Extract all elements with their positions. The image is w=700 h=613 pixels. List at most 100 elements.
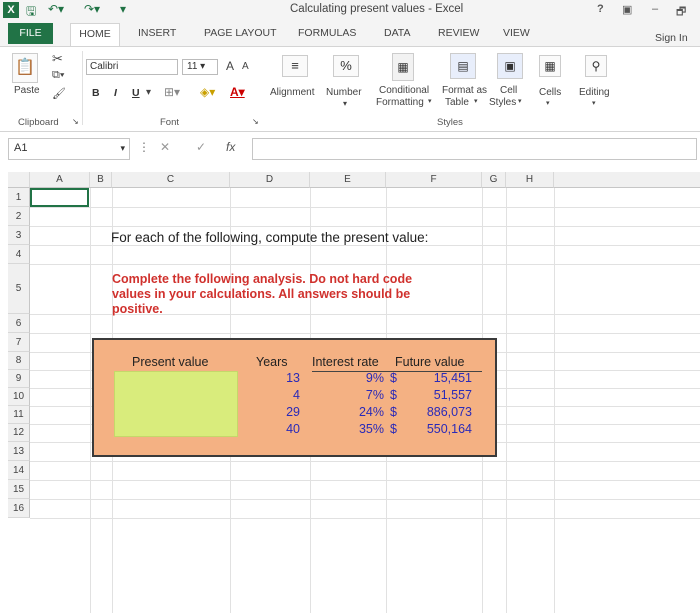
conditional-formatting-dropdown-icon[interactable]: ▾ <box>428 97 432 105</box>
editing-dropdown-icon[interactable]: ▾ <box>592 99 596 107</box>
row-header-9[interactable]: 9 <box>8 370 30 388</box>
column-header-d[interactable]: D <box>230 172 310 188</box>
name-box-dropdown-icon[interactable]: ▾ <box>120 143 125 154</box>
conditional-formatting-label-2[interactable]: Formatting <box>376 97 424 108</box>
font-size-select[interactable]: 11 ▾ <box>182 59 218 75</box>
paste-button-label[interactable]: Paste <box>14 85 40 96</box>
row-header-14[interactable]: 14 <box>8 461 30 480</box>
enter-icon[interactable]: ✓ <box>196 140 206 154</box>
font-launcher-icon[interactable]: ↘ <box>252 117 259 126</box>
column-header-f[interactable]: F <box>386 172 482 188</box>
active-cell-a1[interactable] <box>30 188 89 207</box>
row-header-15[interactable]: 15 <box>8 480 30 499</box>
future-value-cell[interactable]: 15,451 <box>410 371 472 385</box>
row-header-11[interactable]: 11 <box>8 406 30 424</box>
column-header-b[interactable]: B <box>90 172 112 188</box>
tab-formulas[interactable]: FORMULAS <box>298 27 356 39</box>
format-as-table-dropdown-icon[interactable]: ▾ <box>474 97 478 105</box>
worksheet-grid[interactable]: A B C D E F G H 1 2 3 4 5 6 7 8 9 10 11 … <box>0 168 700 613</box>
tab-view[interactable]: VIEW <box>503 27 530 39</box>
years-cell[interactable]: 13 <box>264 371 300 385</box>
borders-icon[interactable]: ⊞▾ <box>164 85 180 99</box>
row-header-4[interactable]: 4 <box>8 245 30 264</box>
tab-page-layout[interactable]: PAGE LAYOUT <box>204 27 277 39</box>
number-dropdown-icon[interactable]: ▾ <box>343 99 347 108</box>
future-value-cell[interactable]: 51,557 <box>410 388 472 402</box>
conditional-formatting-button[interactable]: Conditional <box>379 85 429 96</box>
column-header-a[interactable]: A <box>30 172 90 188</box>
rate-cell[interactable]: 35% <box>344 422 384 436</box>
row-header-13[interactable]: 13 <box>8 442 30 461</box>
underline-button[interactable]: U <box>132 87 140 99</box>
copy-icon[interactable]: ⧉▾ <box>52 69 64 82</box>
row-header-10[interactable]: 10 <box>8 388 30 406</box>
excel-app-icon[interactable]: X <box>3 2 19 18</box>
conditional-formatting-icon[interactable]: ▦ <box>392 53 414 81</box>
format-as-table-button[interactable]: Format as <box>442 85 487 96</box>
redo-icon[interactable]: ↷▾ <box>84 2 100 16</box>
quick-access-more-icon[interactable]: ▾ <box>120 2 126 16</box>
years-cell[interactable]: 40 <box>264 422 300 436</box>
font-color-icon[interactable]: A▾ <box>230 85 245 99</box>
future-value-cell[interactable]: 886,073 <box>410 405 472 419</box>
fill-color-icon[interactable]: ◈▾ <box>200 85 215 99</box>
bold-button[interactable]: B <box>92 87 100 99</box>
formula-input[interactable] <box>252 138 697 160</box>
tab-home[interactable]: HOME <box>70 23 120 46</box>
select-all-corner[interactable] <box>8 172 30 188</box>
row-header-16[interactable]: 16 <box>8 499 30 518</box>
clipboard-launcher-icon[interactable]: ↘ <box>72 117 79 126</box>
alignment-icon[interactable]: ≡ <box>282 55 308 77</box>
column-header-e[interactable]: E <box>310 172 386 188</box>
tab-review[interactable]: REVIEW <box>438 27 479 39</box>
undo-icon[interactable]: ↶▾ <box>48 2 64 16</box>
help-button[interactable]: ? <box>597 3 604 15</box>
tab-insert[interactable]: INSERT <box>138 27 176 39</box>
cell-styles-icon[interactable]: ▣ <box>497 53 523 79</box>
cell-styles-button[interactable]: Cell <box>500 85 517 96</box>
font-name-select[interactable]: Calibri <box>86 59 178 75</box>
ribbon-display-options-button[interactable]: ▣ <box>622 3 632 16</box>
find-binoculars-icon[interactable]: ⚲ <box>585 55 607 77</box>
rate-cell[interactable]: 7% <box>344 388 384 402</box>
cells-icon[interactable]: ▦ <box>539 55 561 77</box>
rate-cell[interactable]: 9% <box>344 371 384 385</box>
future-value-cell[interactable]: 550,164 <box>410 422 472 436</box>
formula-bar-options-icon[interactable]: ⋮ <box>138 140 150 154</box>
column-header-g[interactable]: G <box>482 172 506 188</box>
rate-cell[interactable]: 24% <box>344 405 384 419</box>
number-button[interactable]: Number <box>326 87 362 98</box>
format-painter-icon[interactable]: 🖌 <box>52 87 66 100</box>
italic-button[interactable]: I <box>114 87 117 99</box>
row-header-2[interactable]: 2 <box>8 207 30 226</box>
row-header-5[interactable]: 5 <box>8 264 30 314</box>
row-header-7[interactable]: 7 <box>8 333 30 352</box>
years-cell[interactable]: 29 <box>264 405 300 419</box>
cells-dropdown-icon[interactable]: ▾ <box>546 99 550 107</box>
sign-in-link[interactable]: Sign In <box>655 32 688 44</box>
alignment-button[interactable]: Alignment <box>270 87 314 98</box>
row-header-12[interactable]: 12 <box>8 424 30 442</box>
tab-data[interactable]: DATA <box>384 27 410 39</box>
row-header-8[interactable]: 8 <box>8 352 30 370</box>
years-cell[interactable]: 4 <box>264 388 300 402</box>
column-header-c[interactable]: C <box>112 172 230 188</box>
column-header-h[interactable]: H <box>506 172 554 188</box>
cancel-icon[interactable]: ✕ <box>160 140 170 154</box>
cell-styles-dropdown-icon[interactable]: ▾ <box>518 97 522 105</box>
insert-function-icon[interactable]: fx <box>226 140 235 154</box>
shrink-font-button[interactable]: A <box>242 61 249 72</box>
paste-icon[interactable]: 📋 <box>12 53 38 83</box>
editing-button[interactable]: Editing <box>579 87 610 98</box>
underline-dropdown-icon[interactable]: ▾ <box>146 87 151 98</box>
cells-button[interactable]: Cells <box>539 87 561 98</box>
tab-file[interactable]: FILE <box>8 23 53 44</box>
minimize-button[interactable]: – <box>652 3 658 15</box>
cut-icon[interactable]: ✂ <box>52 51 63 67</box>
row-header-1[interactable]: 1 <box>8 188 30 207</box>
cell-styles-label-2[interactable]: Styles <box>489 97 516 108</box>
grow-font-button[interactable]: A <box>226 59 234 73</box>
present-value-input-area[interactable] <box>114 371 238 437</box>
name-box[interactable]: A1 ▾ <box>8 138 130 160</box>
format-as-table-label-2[interactable]: Table <box>445 97 469 108</box>
